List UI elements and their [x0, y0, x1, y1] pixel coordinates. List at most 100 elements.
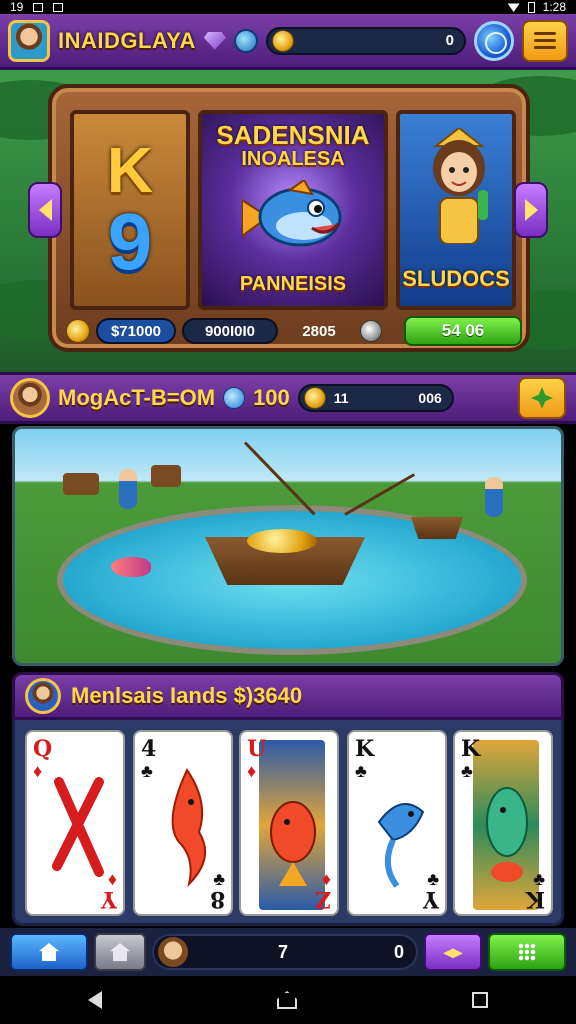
banner-panel-featured[interactable]: SADENSNIA INOALESA PANNEISIS	[198, 110, 388, 310]
status-time: 1:28	[542, 0, 566, 14]
hut	[63, 473, 99, 495]
blue-orb-icon	[223, 387, 246, 409]
card-art-icon	[52, 777, 104, 877]
cards-tray: Q ♦ ♦ Y 4 ♣ ♣ 8 U ♦ ♦ Z K ♣ ♣ Y K ♣ ♣ K	[12, 720, 564, 926]
grid-button[interactable]	[488, 933, 566, 971]
collect-button[interactable]: 54 06	[404, 316, 522, 346]
cards-avatar	[25, 678, 61, 714]
battery-icon	[527, 1, 535, 13]
nav-home-icon[interactable]	[276, 991, 297, 1009]
mission-title: MogAcT-B=OM	[58, 385, 216, 410]
gem-icon	[203, 31, 226, 50]
card-suit: ♣	[355, 761, 367, 781]
status-left-text: 19	[10, 0, 24, 14]
mission-bar-value1: 11	[333, 390, 349, 406]
system-nav-bar	[0, 976, 576, 1024]
game-screen: 19 1:28 INAIDGLAYA 0 K 9 SADENSNIA INOAL…	[0, 0, 576, 1024]
panel-right-label: SLUDOCS	[402, 266, 510, 291]
coin-icon	[66, 319, 90, 343]
fish-mascot-icon	[242, 180, 342, 247]
fisherman-right	[485, 477, 503, 517]
next-banner-button[interactable]	[514, 182, 548, 238]
banner-frame: K 9 SADENSNIA INOALESA PANNEISIS SLUDOCS…	[48, 84, 530, 352]
swap-icon: ◂▸	[443, 941, 463, 962]
card-rank-bottom: K	[525, 886, 545, 912]
fishing-scene[interactable]	[12, 426, 564, 666]
playing-card[interactable]: U ♦ ♦ Z	[239, 730, 339, 916]
currency-bar: 0	[265, 26, 466, 55]
banner-stats-row: $71000 900I0I0 2805 54 06	[66, 316, 522, 346]
lobby-button[interactable]	[94, 933, 146, 971]
card-suit: ♣	[461, 761, 473, 781]
cards-header: Menlsais Iands $)3640	[12, 672, 564, 720]
small-boat	[411, 517, 463, 539]
bottom-value1: 7	[278, 941, 289, 962]
featured-title: SADENSNIA	[216, 120, 370, 150]
card-suit: ♦	[33, 761, 43, 781]
coin-icon	[271, 29, 294, 52]
player-name: INAIDGLAYA	[58, 27, 196, 53]
bottom-status-pill: 7 0	[152, 934, 418, 970]
card-rank-bottom: Y	[101, 886, 117, 912]
banner-panel-right[interactable]: SLUDOCS	[396, 110, 516, 310]
player-avatar[interactable]	[8, 19, 50, 62]
currency-value: 0	[445, 32, 454, 49]
wifi-icon	[507, 3, 520, 12]
card-suit: ♣	[141, 761, 153, 781]
mission-avatar[interactable]	[10, 378, 50, 418]
arrow-left-icon	[38, 199, 52, 221]
bottom-value2: 0	[393, 941, 404, 962]
banner-panel-left[interactable]: K 9	[70, 110, 190, 310]
status-bar: 19 1:28	[0, 0, 576, 14]
playing-card[interactable]: 4 ♣ ♣ 8	[133, 730, 233, 916]
image-icon	[53, 2, 64, 12]
secondary-value: 900I0I0	[182, 318, 278, 344]
silver-coin-icon	[360, 320, 382, 342]
mission-bar-value2: 006	[418, 390, 442, 406]
mission-number: 100	[253, 385, 290, 410]
notification-icon	[33, 2, 44, 12]
panel-letter: K	[106, 134, 154, 206]
character-girl-icon	[433, 128, 488, 244]
swap-button[interactable]: ◂▸	[424, 933, 482, 971]
card-rank-bottom: Y	[423, 886, 439, 912]
card-fish-icon	[270, 801, 316, 886]
clover-button[interactable]	[518, 377, 566, 419]
coin-icon	[303, 387, 326, 409]
featured-subtitle: INOALESA	[241, 148, 345, 170]
mission-progress-bar: 11 006	[297, 384, 454, 412]
fish-icon	[111, 557, 151, 577]
card-rank: U	[247, 736, 267, 762]
featured-footer: PANNEISIS	[239, 273, 347, 295]
card-fish-icon	[171, 767, 207, 888]
playing-card[interactable]: K ♣ ♣ K	[453, 730, 553, 916]
globe-icon	[233, 28, 258, 53]
world-button[interactable]	[474, 20, 514, 61]
card-rank: K	[355, 736, 375, 762]
house-icon	[110, 943, 130, 961]
card-rank-bottom: Z	[314, 886, 331, 912]
gold-pile-icon	[247, 529, 317, 553]
recents-icon[interactable]	[472, 992, 489, 1008]
card-suit: ♦	[247, 761, 257, 781]
menu-button[interactable]	[522, 19, 568, 62]
home-button[interactable]	[10, 933, 88, 971]
panel-number: 9	[107, 197, 153, 286]
playing-card[interactable]: K ♣ ♣ Y	[347, 730, 447, 916]
home-icon	[39, 943, 59, 961]
monkey-icon	[158, 937, 188, 967]
tertiary-value: 2805	[302, 322, 336, 340]
hut	[151, 465, 181, 487]
menu-icon	[534, 32, 556, 35]
playing-card[interactable]: Q ♦ ♦ Y	[25, 730, 125, 916]
card-fish-icon	[486, 787, 528, 882]
card-fish-icon	[377, 803, 425, 888]
prev-banner-button[interactable]	[28, 182, 62, 238]
mission-header: MogAcT-B=OM 100 11 006	[0, 372, 576, 424]
banner-panels: K 9 SADENSNIA INOALESA PANNEISIS SLUDOCS	[70, 110, 516, 310]
card-rank: Q	[33, 736, 53, 762]
card-rank: K	[461, 736, 481, 762]
back-icon[interactable]	[87, 991, 102, 1009]
cards-title: Menlsais Iands $)3640	[71, 683, 303, 708]
bottom-action-bar: 7 0 ◂▸	[0, 928, 576, 976]
